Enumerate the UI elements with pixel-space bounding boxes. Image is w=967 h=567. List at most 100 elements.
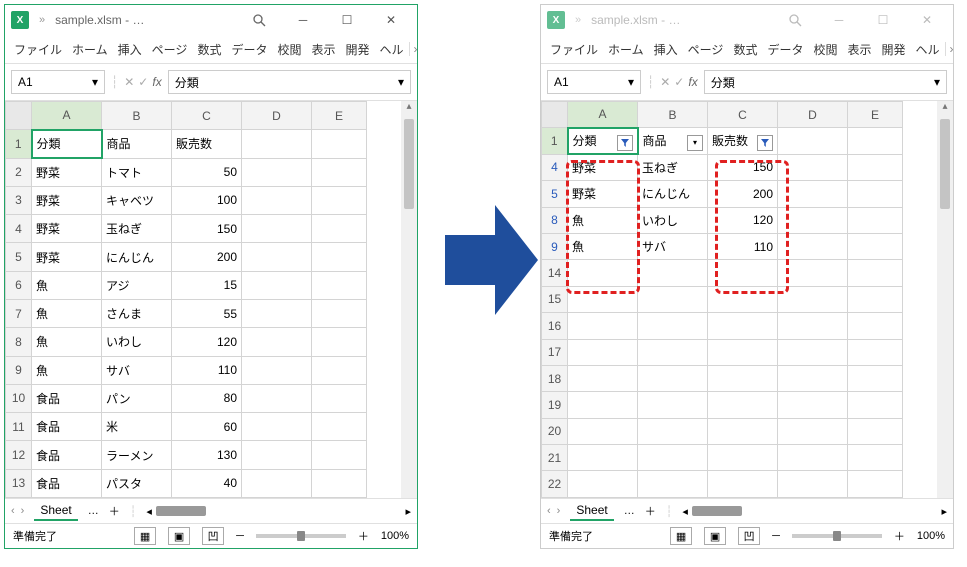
cell[interactable]: いわし xyxy=(102,328,172,356)
chevron-down-icon[interactable]: ▾ xyxy=(934,75,940,89)
cell[interactable] xyxy=(312,384,367,412)
sheet-tab[interactable]: Sheet xyxy=(570,501,613,521)
tab-developer[interactable]: 開発 xyxy=(341,41,375,58)
spreadsheet-grid[interactable]: A B C D E 1 分類 商品 ▾ 販売数 xyxy=(541,101,903,498)
cell[interactable] xyxy=(568,445,638,471)
row-header[interactable]: 15 xyxy=(542,286,568,312)
cell[interactable] xyxy=(638,445,708,471)
tab-review[interactable]: 校閲 xyxy=(808,41,842,58)
cell[interactable] xyxy=(778,313,848,339)
ribbon-more[interactable]: › xyxy=(945,42,958,56)
view-normal-button[interactable]: ▦ xyxy=(670,527,692,545)
confirm-icon[interactable]: ✓ xyxy=(138,75,148,89)
cell[interactable] xyxy=(708,260,778,286)
cell[interactable]: 55 xyxy=(172,299,242,327)
cell[interactable] xyxy=(242,469,312,497)
select-all-corner[interactable] xyxy=(542,102,568,128)
cell[interactable] xyxy=(312,299,367,327)
tab-file[interactable]: ファイル xyxy=(9,41,67,58)
zoom-out-button[interactable]: ─ xyxy=(772,530,780,542)
zoom-in-button[interactable]: ＋ xyxy=(358,528,369,544)
minimize-button[interactable]: ─ xyxy=(283,5,323,35)
cell[interactable] xyxy=(848,471,903,498)
cell[interactable] xyxy=(568,286,638,312)
cell[interactable]: 120 xyxy=(708,207,778,233)
tab-formulas[interactable]: 数式 xyxy=(728,41,762,58)
cell[interactable] xyxy=(708,365,778,391)
tab-home[interactable]: ホーム xyxy=(603,41,649,58)
cell[interactable] xyxy=(778,128,848,154)
cell[interactable]: パスタ xyxy=(102,469,172,497)
cell[interactable]: 野菜 xyxy=(568,181,638,207)
cell[interactable] xyxy=(242,413,312,441)
fx-icon[interactable]: fx xyxy=(152,75,161,89)
cell[interactable] xyxy=(242,271,312,299)
cell[interactable]: 200 xyxy=(708,181,778,207)
fx-icon[interactable]: fx xyxy=(688,75,697,89)
sheet-nav-next[interactable]: › xyxy=(557,505,561,517)
view-normal-button[interactable]: ▦ xyxy=(134,527,156,545)
row-header[interactable]: 10 xyxy=(6,384,32,412)
row-header[interactable]: 2 xyxy=(6,158,32,186)
cell[interactable]: 60 xyxy=(172,413,242,441)
tab-home[interactable]: ホーム xyxy=(67,41,113,58)
col-header-e[interactable]: E xyxy=(848,102,903,128)
cell[interactable] xyxy=(312,215,367,243)
sheet-nav-prev[interactable]: ‹ xyxy=(11,505,15,517)
cell[interactable] xyxy=(312,413,367,441)
tab-developer[interactable]: 開発 xyxy=(877,41,911,58)
cell[interactable]: 野菜 xyxy=(32,243,102,271)
cell[interactable]: いわし xyxy=(638,207,708,233)
cell[interactable]: 150 xyxy=(172,215,242,243)
spreadsheet-grid[interactable]: A B C D E 1 分類 商品 販売数 2 野菜トマト50 3 野菜キャベツ… xyxy=(5,101,367,498)
row-header[interactable]: 4 xyxy=(6,215,32,243)
col-header-c[interactable]: C xyxy=(708,102,778,128)
cell[interactable]: 野菜 xyxy=(32,186,102,214)
cell[interactable]: 130 xyxy=(172,441,242,469)
row-header[interactable]: 1 xyxy=(6,130,32,158)
cell[interactable] xyxy=(312,441,367,469)
close-button[interactable]: ✕ xyxy=(371,5,411,35)
tab-insert[interactable]: 挿入 xyxy=(649,41,683,58)
tab-page[interactable]: ページ xyxy=(683,41,729,58)
cell[interactable] xyxy=(778,181,848,207)
row-header[interactable]: 7 xyxy=(6,299,32,327)
cell[interactable] xyxy=(848,181,903,207)
cell[interactable] xyxy=(848,445,903,471)
cell[interactable] xyxy=(638,365,708,391)
cancel-icon[interactable]: ✕ xyxy=(124,75,134,89)
cell[interactable]: 魚 xyxy=(32,299,102,327)
cell[interactable]: パン xyxy=(102,384,172,412)
cell[interactable]: 50 xyxy=(172,158,242,186)
cell[interactable]: 80 xyxy=(172,384,242,412)
cell[interactable]: ラーメン xyxy=(102,441,172,469)
cell[interactable] xyxy=(638,471,708,498)
tab-file[interactable]: ファイル xyxy=(545,41,603,58)
scroll-thumb[interactable] xyxy=(692,506,742,516)
cell[interactable]: キャベツ xyxy=(102,186,172,214)
cell[interactable]: 100 xyxy=(172,186,242,214)
cell[interactable]: 食品 xyxy=(32,413,102,441)
formula-bar[interactable]: 分類 ▾ xyxy=(168,70,411,94)
cell[interactable]: さんま xyxy=(102,299,172,327)
cell[interactable] xyxy=(638,392,708,418)
scroll-thumb[interactable] xyxy=(156,506,206,516)
formula-bar[interactable]: 分類 ▾ xyxy=(704,70,947,94)
cell[interactable] xyxy=(312,356,367,384)
tab-view[interactable]: 表示 xyxy=(306,41,340,58)
cell[interactable] xyxy=(312,186,367,214)
vertical-scrollbar[interactable]: ▴ xyxy=(401,101,417,498)
row-header[interactable]: 11 xyxy=(6,413,32,441)
cell[interactable] xyxy=(778,392,848,418)
row-header[interactable]: 9 xyxy=(542,233,568,259)
cell[interactable]: 分類 xyxy=(32,130,102,158)
name-box[interactable]: A1 ▾ xyxy=(11,70,105,94)
row-header[interactable]: 17 xyxy=(542,339,568,365)
cell[interactable]: 玉ねぎ xyxy=(638,154,708,180)
view-break-button[interactable]: 凹 xyxy=(738,527,760,545)
filter-icon[interactable] xyxy=(617,135,633,151)
cell[interactable]: 食品 xyxy=(32,469,102,497)
cell[interactable] xyxy=(242,384,312,412)
tab-insert[interactable]: 挿入 xyxy=(113,41,147,58)
sheet-more[interactable]: … xyxy=(624,505,635,517)
